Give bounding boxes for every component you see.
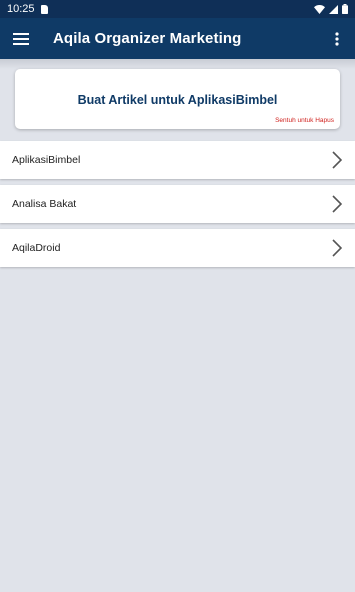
status-time: 10:25 (7, 3, 35, 15)
chevron-right-icon (330, 150, 344, 170)
list-item-label: AplikasiBimbel (12, 154, 81, 166)
app-bar-shadow (0, 59, 355, 69)
list-item-label: AqilaDroid (12, 242, 61, 254)
create-article-card[interactable]: Buat Artikel untuk AplikasiBimbel Sentuh… (15, 69, 340, 129)
app-title: Aqila Organizer Marketing (53, 30, 242, 47)
list-item[interactable]: Analisa Bakat (0, 185, 355, 223)
overflow-menu-icon[interactable] (329, 28, 345, 50)
chevron-right-icon (330, 194, 344, 214)
create-article-title: Buat Artikel untuk AplikasiBimbel (77, 93, 278, 107)
chevron-right-icon (330, 238, 344, 258)
list-item[interactable]: AplikasiBimbel (0, 141, 355, 179)
battery-icon (342, 4, 348, 14)
sd-card-icon (40, 4, 48, 14)
list-item-label: Analisa Bakat (12, 198, 77, 210)
app-bar: Aqila Organizer Marketing (0, 18, 355, 59)
list-item[interactable]: AqilaDroid (0, 229, 355, 267)
hamburger-menu-icon[interactable] (10, 28, 32, 50)
tap-to-delete-hint: Sentuh untuk Hapus (275, 117, 334, 124)
signal-icon (329, 4, 338, 14)
wifi-icon (314, 4, 325, 14)
status-bar: 10:25 (0, 0, 355, 18)
app-list: AplikasiBimbel Analisa Bakat AqilaDroid (0, 141, 355, 267)
